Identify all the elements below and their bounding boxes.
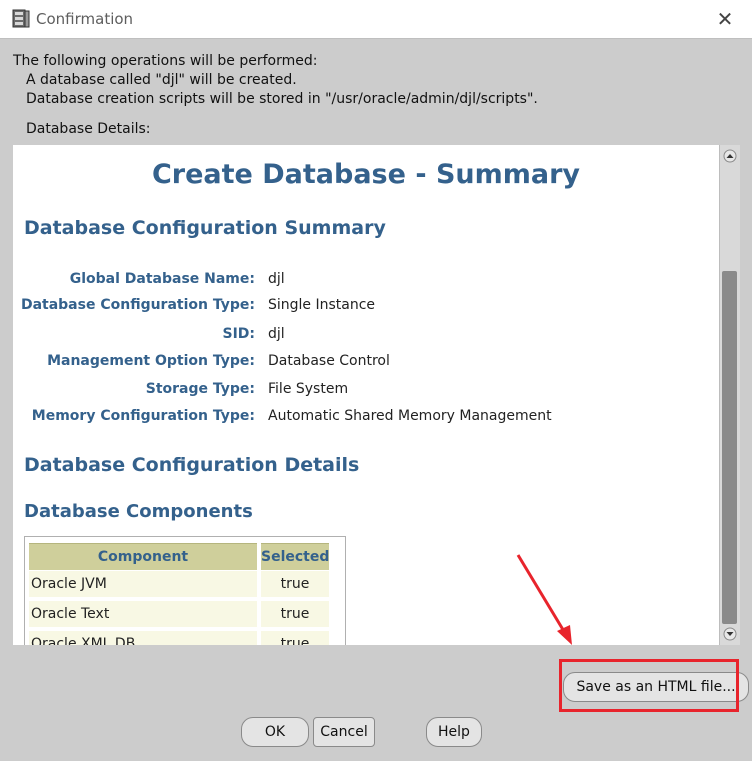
field-row: Global Database Name: djl bbox=[13, 271, 713, 295]
summary-title: Create Database - Summary bbox=[151, 159, 581, 190]
window-title: Confirmation bbox=[36, 10, 134, 28]
field-row: SID: djl bbox=[13, 326, 713, 350]
field-value: Database Control bbox=[268, 353, 390, 369]
field-label: Database Configuration Type: bbox=[20, 297, 255, 313]
operations-text: The following operations will be perform… bbox=[13, 52, 538, 109]
operation-item: A database called "djl" will be created. bbox=[26, 72, 297, 88]
field-value: djl bbox=[268, 326, 285, 342]
summary-panel[interactable]: Create Database - Summary Database Confi… bbox=[13, 145, 719, 645]
field-row: Storage Type: File System bbox=[13, 381, 713, 405]
table-header-selected: Selected bbox=[261, 543, 329, 570]
table-cell-selected: true bbox=[261, 571, 329, 597]
field-row: Management Option Type: Database Control bbox=[13, 353, 713, 377]
annotation-highlight-box bbox=[559, 659, 739, 712]
table-cell-component: Oracle JVM bbox=[29, 571, 257, 597]
components-table: Component Selected Oracle JVM true Oracl… bbox=[24, 536, 346, 645]
ok-button[interactable]: OK bbox=[241, 717, 309, 747]
field-label: Global Database Name: bbox=[69, 271, 255, 287]
field-value: Single Instance bbox=[268, 297, 376, 313]
operation-item: Database creation scripts will be stored… bbox=[26, 91, 538, 107]
cancel-button[interactable]: Cancel bbox=[313, 717, 375, 747]
table-cell-component: Oracle XML DB bbox=[29, 631, 257, 645]
table-header-component: Component bbox=[29, 543, 257, 570]
database-details-label: Database Details: bbox=[26, 121, 151, 137]
field-row: Memory Configuration Type: Automatic Sha… bbox=[13, 408, 713, 432]
operations-heading: The following operations will be perform… bbox=[13, 53, 318, 69]
annotation-arrow bbox=[516, 554, 572, 645]
field-label: SID: bbox=[222, 326, 255, 342]
vertical-scrollbar[interactable] bbox=[719, 145, 740, 645]
table-cell-component: Oracle Text bbox=[29, 601, 257, 627]
components-heading: Database Components bbox=[24, 501, 253, 522]
field-value: Automatic Shared Memory Management bbox=[268, 408, 552, 424]
table-cell-selected: true bbox=[261, 631, 329, 645]
scroll-down-icon[interactable] bbox=[723, 627, 737, 641]
field-value: File System bbox=[268, 381, 349, 397]
scrollbar-thumb[interactable] bbox=[722, 271, 737, 624]
config-summary-heading: Database Configuration Summary bbox=[24, 217, 386, 239]
field-label: Management Option Type: bbox=[47, 353, 255, 369]
scroll-up-icon[interactable] bbox=[723, 149, 737, 163]
field-value: djl bbox=[268, 271, 285, 287]
table-cell-selected: true bbox=[261, 601, 329, 627]
database-app-icon bbox=[12, 9, 30, 28]
help-button[interactable]: Help bbox=[426, 717, 482, 747]
config-details-heading: Database Configuration Details bbox=[24, 454, 360, 476]
field-row: Database Configuration Type: Single Inst… bbox=[13, 297, 713, 321]
field-label: Storage Type: bbox=[145, 381, 255, 397]
title-bar: Confirmation ✕ bbox=[0, 0, 752, 39]
close-icon[interactable]: ✕ bbox=[712, 6, 738, 32]
field-label: Memory Configuration Type: bbox=[31, 408, 255, 424]
